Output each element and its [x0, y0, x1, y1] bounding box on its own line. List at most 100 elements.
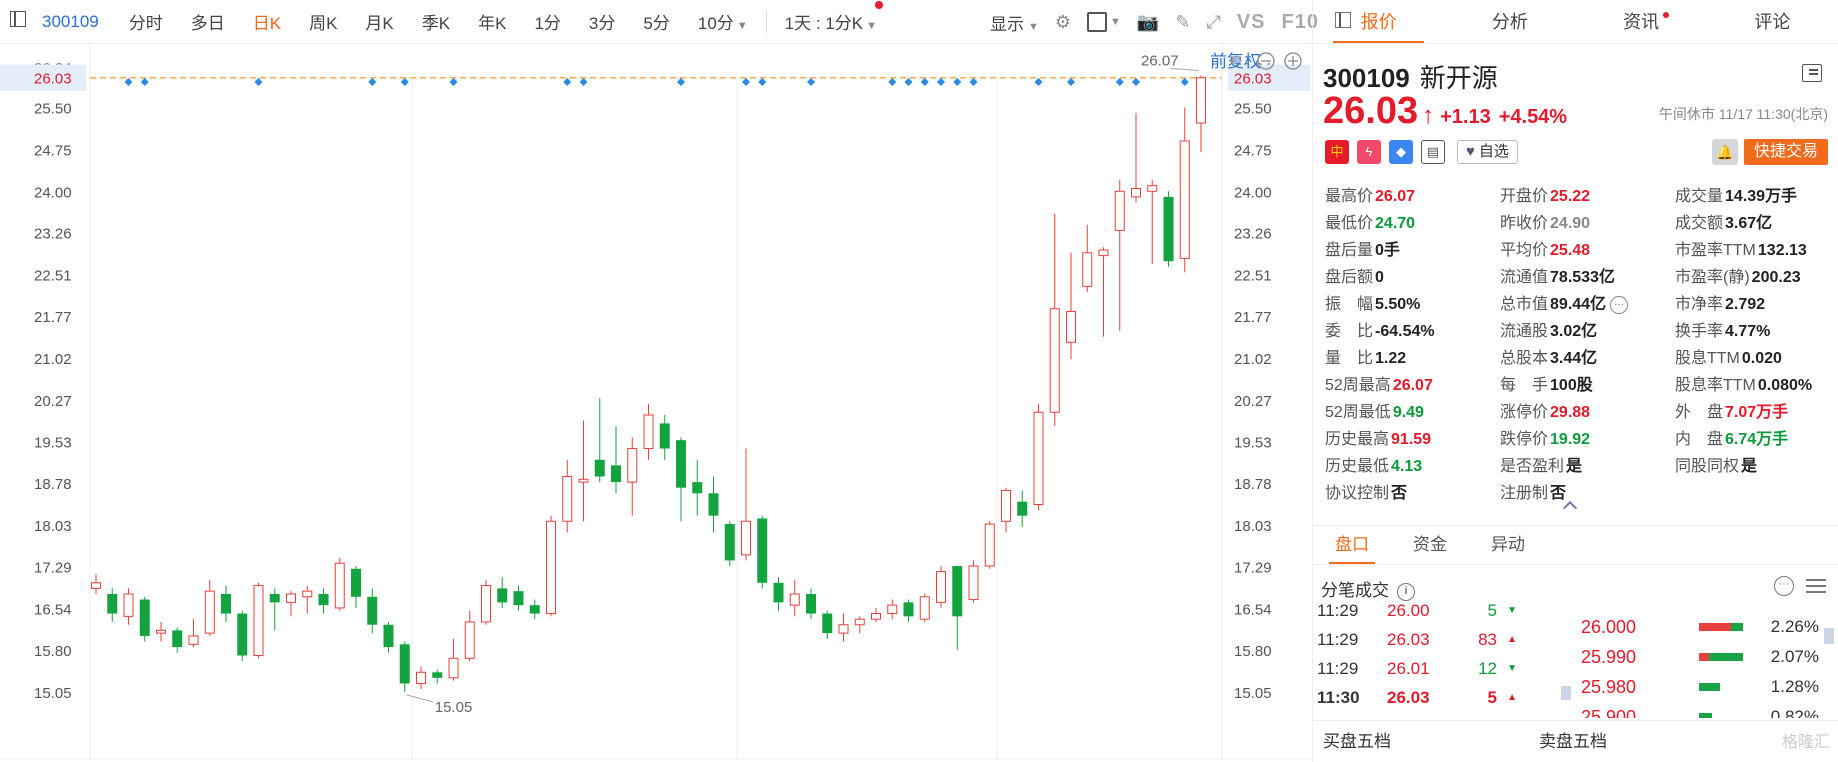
- kline-chart[interactable]: 26.03 26.03 25.50 25.50 24.75 24.75 24.00 24.00…: [0, 44, 1310, 762]
- candle: [887, 599, 898, 620]
- tab-movement[interactable]: 异动: [1469, 526, 1547, 564]
- candle: [269, 588, 280, 631]
- period-tab[interactable]: 5分: [629, 9, 683, 34]
- sell-five-label[interactable]: 卖盘五档: [1539, 721, 1607, 762]
- quick-trade-button[interactable]: 快捷交易: [1744, 139, 1828, 165]
- period-tab[interactable]: 月K: [351, 9, 407, 34]
- quote-cell: 历史最低 4.13: [1325, 453, 1500, 480]
- quote-label: 是否盈利: [1500, 458, 1565, 475]
- tab-quote[interactable]: 报价: [1313, 0, 1444, 43]
- candle: [757, 515, 768, 589]
- scrollbar-thumb[interactable]: [1561, 686, 1571, 700]
- bell-icon[interactable]: 🔔: [1712, 139, 1738, 165]
- period-tab[interactable]: 3分: [575, 9, 629, 34]
- lightning-icon[interactable]: ϟ: [1357, 140, 1381, 164]
- camera-icon[interactable]: 📷: [1137, 12, 1159, 33]
- stock-code: 300109: [1323, 63, 1410, 93]
- quote-label: 总股本: [1500, 350, 1549, 367]
- indicator-select[interactable]: ▼: [1087, 12, 1121, 32]
- quote-label: 每 手: [1500, 377, 1549, 394]
- period-tab[interactable]: 10分 ▼: [684, 9, 762, 34]
- y-tick-label-right: 25.50: [1234, 100, 1272, 117]
- candle: [1001, 487, 1011, 533]
- candle-body: [676, 440, 686, 488]
- candle: [481, 579, 491, 625]
- candle-body: [139, 599, 150, 636]
- quote-label: 成交量: [1675, 188, 1724, 205]
- tag-icon[interactable]: ◆: [1389, 140, 1413, 164]
- tick-volume: 5: [1487, 604, 1497, 620]
- document-icon[interactable]: ▤: [1421, 140, 1445, 164]
- add-watchlist-button[interactable]: ♥ 自选: [1457, 140, 1518, 164]
- candle-body: [1033, 411, 1044, 505]
- tick-list[interactable]: 11:29 26.00 5 ▼ 11:29 26.03 83 ▲ 11:29 26.01 12 ▼ 11…: [1317, 604, 1522, 716]
- tick-trades-label: 分笔成交: [1321, 581, 1389, 600]
- period-tab[interactable]: 季K: [408, 9, 464, 34]
- candle-body: [188, 635, 199, 645]
- quote-value: 3.02亿: [1550, 323, 1598, 340]
- quote-value: 0.020: [1741, 350, 1782, 367]
- quote-cell: 量 比 1.22: [1325, 345, 1500, 372]
- period-tab[interactable]: 1分: [520, 9, 574, 34]
- period-tab[interactable]: 周K: [295, 9, 351, 34]
- tab-capital[interactable]: 资金: [1391, 526, 1469, 564]
- menu-icon[interactable]: [1802, 64, 1822, 82]
- candle: [107, 588, 118, 622]
- y-tick-label-left: 17.29: [34, 560, 72, 577]
- candle: [1179, 107, 1190, 273]
- candle-body: [611, 465, 621, 483]
- fullscreen-icon[interactable]: ⤢: [1206, 12, 1220, 33]
- y-tick-label-right: 23.26: [1234, 226, 1272, 243]
- period-tab[interactable]: 多日: [177, 9, 239, 34]
- scrollbar-thumb[interactable]: [1824, 628, 1834, 644]
- buy-five-label[interactable]: 买盘五档: [1323, 721, 1391, 762]
- candle-body: [984, 523, 995, 567]
- period-tab[interactable]: 日K: [239, 9, 295, 34]
- quote-value: 3.44亿: [1550, 350, 1598, 367]
- gear-icon[interactable]: ⚙: [1055, 12, 1071, 33]
- period-tab[interactable]: 分时: [115, 9, 177, 34]
- tick-price: 26.01: [1387, 659, 1430, 678]
- candle-body: [1001, 490, 1011, 522]
- candle: [188, 619, 199, 648]
- quote-value: 91.59: [1391, 431, 1432, 448]
- display-menu[interactable]: 显示 ▼: [990, 10, 1039, 35]
- intraday-period-select[interactable]: 1天 : 1分K ▼: [771, 1, 891, 34]
- quote-cell: 成交额 3.67亿: [1675, 210, 1835, 237]
- watchlist-label: 自选: [1478, 143, 1509, 160]
- quote-cell: 每 手 100股: [1500, 372, 1675, 399]
- tab-label: 评论: [1754, 12, 1791, 32]
- candle: [464, 610, 475, 662]
- more-icon[interactable]: ···: [1774, 576, 1794, 596]
- china-flag-icon[interactable]: 中: [1325, 140, 1349, 164]
- undo-icon[interactable]: ↶: [1228, 52, 1242, 71]
- market-status: 午间休市 11/17 11:30(北京): [1658, 106, 1828, 122]
- price-level-list[interactable]: 26.000 2.26% 25.990 2.07% 25.980 1.28% 25.900 0…: [1581, 612, 1831, 718]
- candle: [383, 621, 394, 653]
- candle: [546, 515, 556, 617]
- candle-body: [334, 562, 345, 609]
- level-bar: [1699, 623, 1749, 631]
- triangle-up-icon: ▲: [1507, 634, 1517, 645]
- quote-cell: 涨停价 29.88: [1500, 399, 1675, 426]
- quote-value: 14.39万手: [1725, 188, 1798, 205]
- tab-news[interactable]: 资讯: [1576, 0, 1707, 43]
- panel-toggle-icon[interactable]: [10, 11, 26, 32]
- compare-vs-icon[interactable]: VS: [1237, 11, 1266, 34]
- candle-body: [1196, 77, 1206, 124]
- period-tab[interactable]: 年K: [464, 9, 520, 34]
- tab-analysis[interactable]: 分析: [1444, 0, 1575, 43]
- info-icon[interactable]: i: [1397, 582, 1415, 601]
- candle: [91, 574, 101, 594]
- quote-cell: [1675, 480, 1835, 507]
- tab-comments[interactable]: 评论: [1707, 0, 1838, 43]
- tab-orderbook[interactable]: 盘口: [1313, 526, 1391, 564]
- candle: [1066, 252, 1076, 360]
- quote-row: 量 比 1.22 总股本 3.44亿 股息TTM 0.020: [1325, 345, 1835, 372]
- candle: [854, 616, 865, 634]
- more-icon[interactable]: ···: [1610, 295, 1629, 314]
- pencil-icon[interactable]: ✎: [1175, 12, 1190, 33]
- stock-code-label[interactable]: 300109: [34, 12, 115, 32]
- quote-panel: 报价 分析 资讯 评论 300109 新开源 26.03 ↑ +1.13 +4.5…: [1312, 0, 1838, 762]
- list-icon[interactable]: [1806, 576, 1826, 594]
